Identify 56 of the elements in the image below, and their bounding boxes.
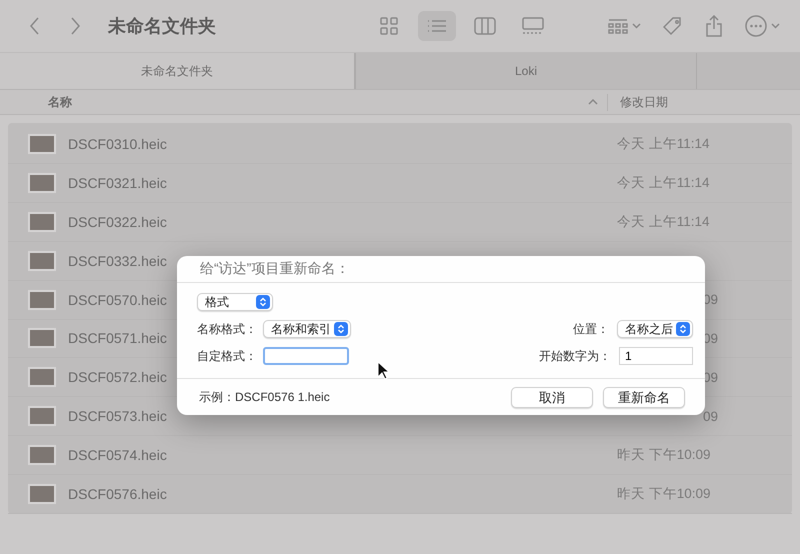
tab[interactable]: Loki bbox=[355, 53, 697, 89]
file-name[interactable]: DSCF0574.heic bbox=[68, 447, 617, 464]
columns-icon bbox=[474, 17, 496, 35]
gallery-icon bbox=[522, 17, 544, 35]
file-name[interactable]: DSCF0576.heic bbox=[68, 486, 617, 502]
list-icon bbox=[427, 19, 447, 33]
position-popup[interactable]: 名称之后 bbox=[617, 320, 693, 338]
field-label: 自定格式： bbox=[197, 348, 258, 364]
date-cell-text: 今天 上午11:14 bbox=[617, 174, 711, 192]
column-header[interactable]: 修改日期 bbox=[607, 94, 800, 110]
mode-popup[interactable]: 格式 bbox=[197, 293, 273, 311]
file-name[interactable]: DSCF0322.heic bbox=[68, 214, 617, 230]
caret-icon bbox=[632, 23, 641, 29]
chevron-right-icon bbox=[70, 17, 80, 35]
photo-placeholder bbox=[28, 290, 56, 310]
grid-icon bbox=[380, 17, 398, 35]
field-label: 名称格式： bbox=[197, 320, 258, 338]
input-field[interactable] bbox=[263, 347, 349, 365]
tag-icon bbox=[663, 16, 683, 36]
file-name[interactable]: DSCF0310.heic bbox=[68, 136, 617, 152]
photo-placeholder bbox=[28, 212, 56, 232]
stepper-icon bbox=[676, 322, 690, 336]
mouse-pointer-icon bbox=[377, 361, 389, 380]
input-field[interactable]: 1 bbox=[619, 347, 693, 365]
stepper-icon bbox=[334, 322, 348, 336]
date-cell-text: 昨天 下午10:09 bbox=[617, 446, 712, 464]
photo-placeholder bbox=[28, 328, 56, 348]
column-header[interactable]: 名称 bbox=[0, 94, 588, 110]
date-cell-text: 今天 上午11:14 bbox=[617, 212, 711, 231]
share-icon bbox=[706, 15, 722, 37]
example-text: 示例：DSCF0576 1.heic bbox=[199, 388, 330, 406]
sort-ascending-icon bbox=[588, 99, 598, 105]
caret-icon bbox=[771, 23, 780, 29]
file-name[interactable]: DSCF0321.heic bbox=[68, 174, 617, 191]
photo-placeholder bbox=[28, 367, 56, 388]
view-button[interactable] bbox=[418, 11, 456, 41]
ellipsis-icon bbox=[745, 15, 767, 37]
chevron-left-icon bbox=[30, 17, 40, 35]
field-label: 位置： bbox=[573, 320, 609, 338]
dialog-button[interactable]: 重新命名 bbox=[603, 386, 685, 408]
field-label: 开始数字为： bbox=[539, 348, 611, 364]
date-cell-text: 今天 上午11:14 bbox=[617, 134, 711, 153]
photo-placeholder bbox=[28, 445, 56, 466]
window-title: 未命名文件夹 bbox=[108, 15, 216, 38]
photo-placeholder bbox=[28, 250, 56, 271]
photo-placeholder bbox=[28, 484, 56, 504]
dialog-button[interactable]: 取消 bbox=[511, 386, 593, 408]
name-format-popup[interactable]: 名称和索引 bbox=[263, 320, 351, 338]
photo-placeholder bbox=[28, 134, 56, 154]
photo-placeholder bbox=[28, 406, 56, 426]
date-cell-text: 09 bbox=[702, 408, 718, 424]
stepper-icon bbox=[256, 295, 270, 309]
dialog-title: 给“访达”项目重新命名： bbox=[200, 260, 350, 278]
date-cell-text: 昨天 下午10:09 bbox=[617, 485, 712, 504]
group-icon bbox=[608, 18, 628, 34]
photo-placeholder bbox=[28, 172, 56, 193]
